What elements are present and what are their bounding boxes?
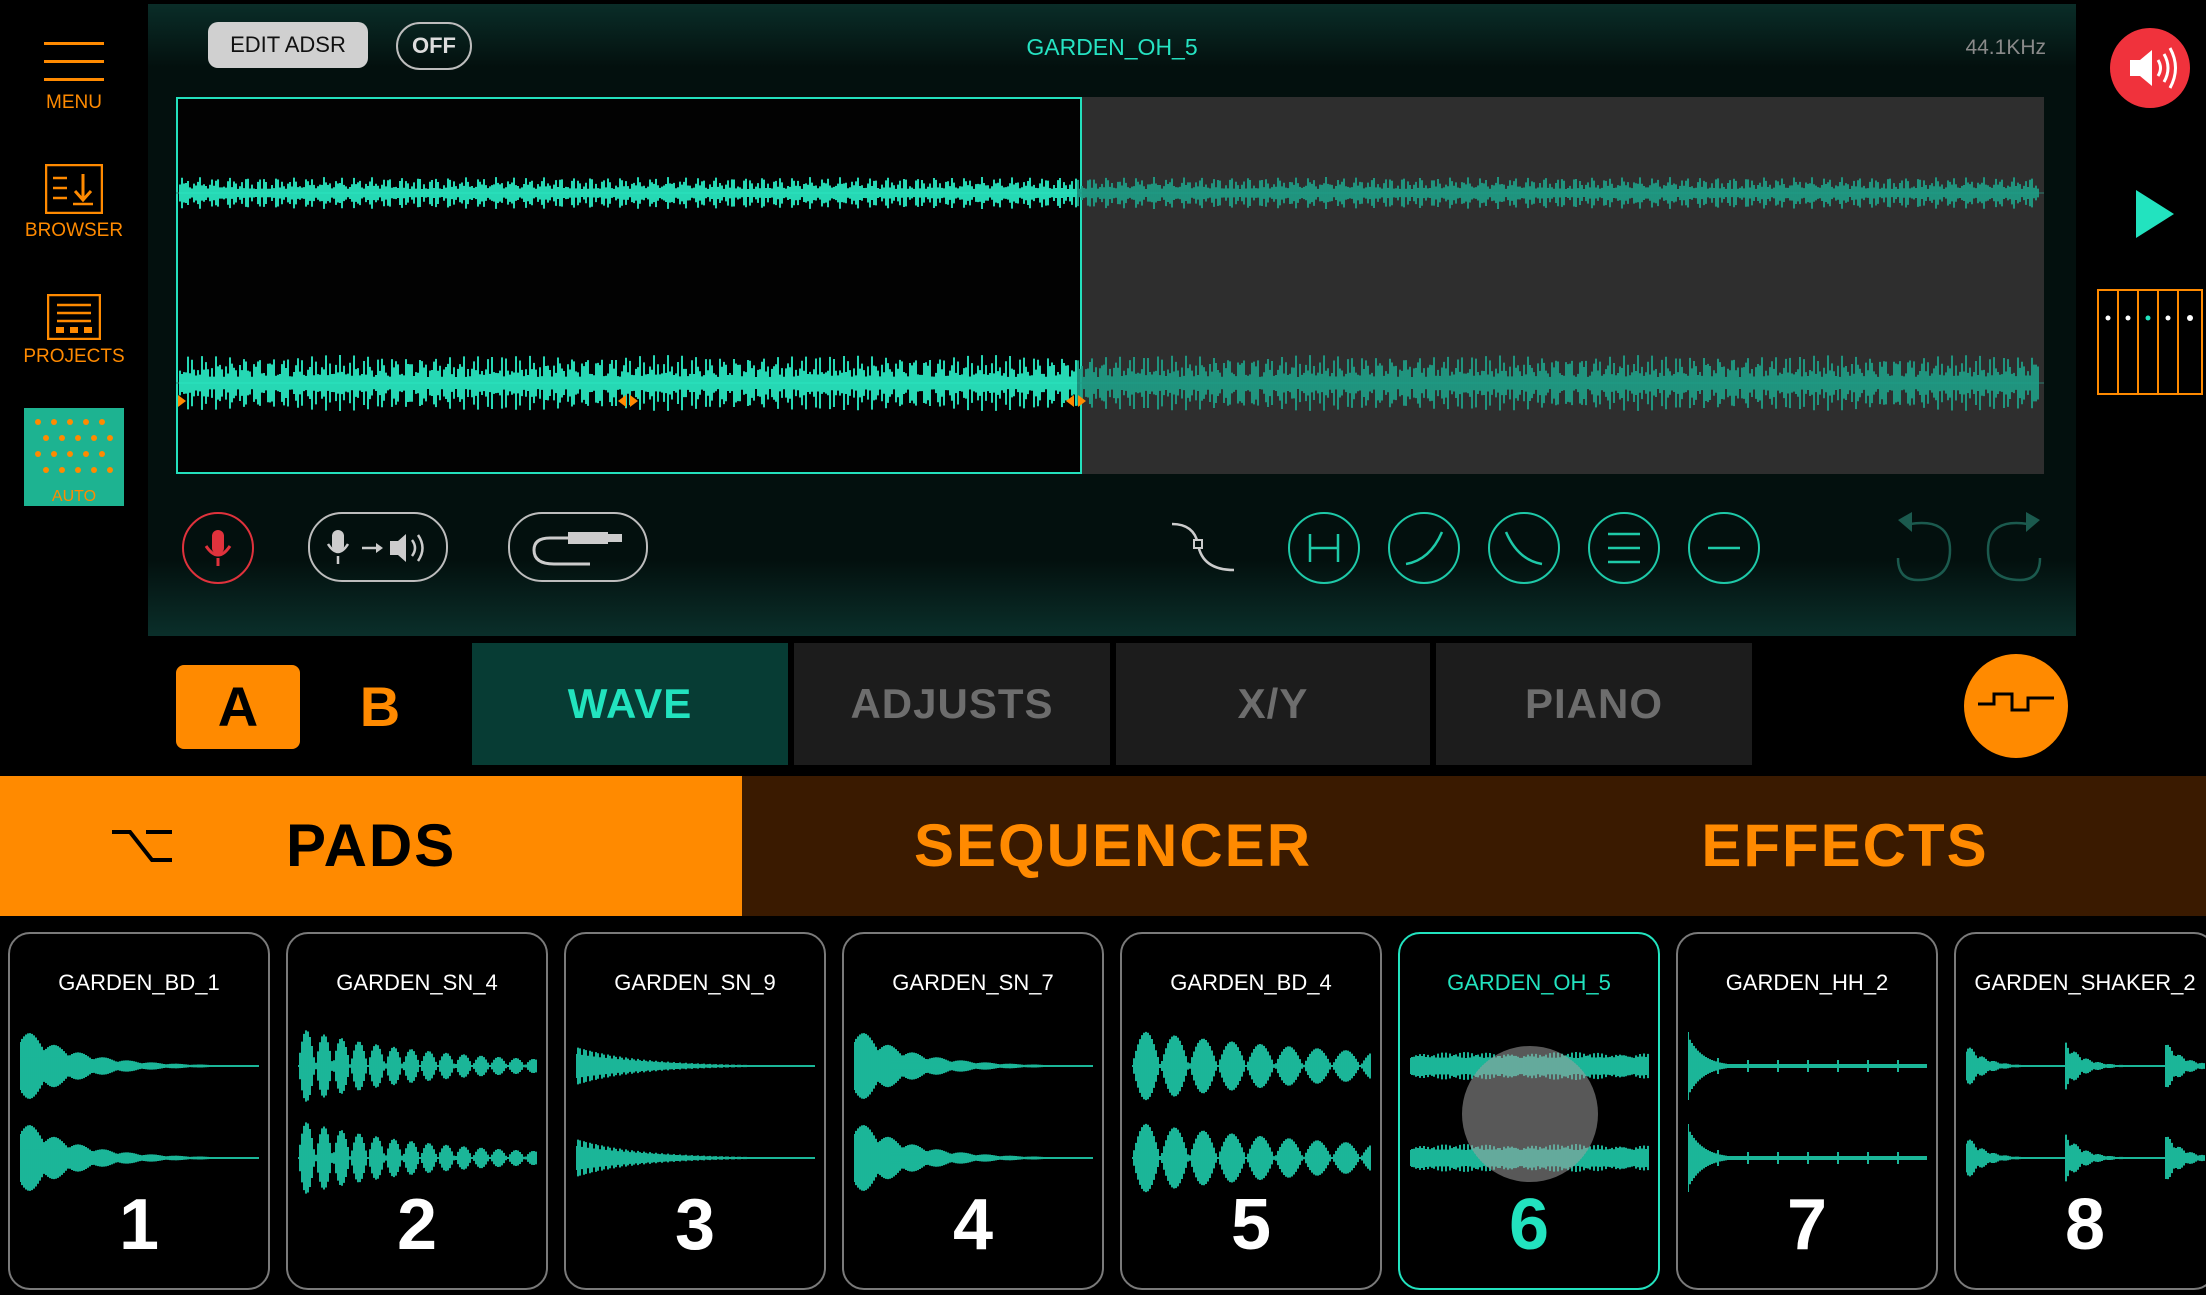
pad-name: GARDEN_SHAKER_2 [1974, 970, 2196, 995]
play-icon [2136, 190, 2174, 238]
normalize-button[interactable] [1288, 512, 1360, 584]
pad-waveform [298, 1030, 537, 1194]
pad-number: 1 [118, 1185, 160, 1265]
section-pads-label: PADS [286, 812, 457, 879]
auto-button[interactable]: AUTO [24, 408, 124, 506]
pad-number: 6 [1508, 1185, 1550, 1265]
end-marker-left-icon[interactable] [1066, 395, 1074, 407]
pad-number: 4 [952, 1185, 994, 1265]
pad-2[interactable]: GARDEN_SN_4 2 [286, 932, 548, 1290]
pad-1[interactable]: GARDEN_BD_1 1 [8, 932, 270, 1290]
pad-number: 8 [2064, 1185, 2106, 1265]
tab-piano[interactable]: PIANO [1436, 643, 1752, 765]
bank-a-button[interactable]: A [176, 665, 300, 749]
redo-button[interactable] [1978, 504, 2050, 584]
fade-in-icon [1405, 531, 1444, 566]
pad-number: 2 [396, 1185, 438, 1265]
undo-button[interactable] [1888, 504, 1960, 584]
curve-button[interactable] [1168, 514, 1238, 582]
bank-b-button[interactable]: B [318, 665, 442, 749]
pad-waveform [854, 1033, 1093, 1191]
monitor-button[interactable] [308, 512, 448, 582]
tab-adjusts[interactable]: ADJUSTS [794, 643, 1110, 765]
projects-icon [47, 294, 101, 340]
loop-marker-left-icon[interactable] [618, 395, 626, 407]
pad-7[interactable]: GARDEN_HH_2 7 [1676, 932, 1938, 1290]
line-in-button[interactable] [508, 512, 648, 582]
menu-button[interactable]: MENU [18, 38, 130, 114]
pad-5[interactable]: GARDEN_BD_4 5 [1120, 932, 1382, 1290]
pad-name: GARDEN_SN_7 [892, 970, 1054, 995]
silence-button[interactable] [1688, 512, 1760, 584]
curve-icon [1171, 522, 1235, 572]
auto-label: AUTO [51, 488, 97, 505]
master-volume-button[interactable] [2110, 28, 2190, 108]
pad-6[interactable]: GARDEN_OH_5 6 [1398, 932, 1660, 1290]
monitor-icon [326, 530, 424, 564]
pad-number: 3 [674, 1185, 716, 1265]
pad-name: GARDEN_SN_4 [336, 970, 498, 995]
touch-indicator [1462, 1046, 1598, 1182]
redo-icon [1986, 512, 2042, 582]
section-pads[interactable]: PADS [0, 776, 742, 916]
pad-3[interactable]: GARDEN_SN_9 3 [564, 932, 826, 1290]
menu-label: MENU [46, 92, 102, 113]
pad-4[interactable]: GARDEN_SN_7 4 [842, 932, 1104, 1290]
pad-name: GARDEN_OH_5 [1447, 970, 1611, 995]
loop-marker-right-icon[interactable] [630, 395, 638, 407]
pad-name: GARDEN_SN_9 [614, 970, 776, 995]
play-button[interactable] [2132, 184, 2180, 244]
undo-icon [1896, 512, 1952, 582]
normalize-icon [1308, 534, 1340, 562]
mic-icon [204, 530, 232, 566]
pad-waveform [1966, 1042, 2205, 1182]
browser-label: BROWSER [24, 220, 124, 241]
tab-xy[interactable]: X/Y [1116, 643, 1430, 765]
fade-out-button[interactable] [1488, 512, 1560, 584]
cable-icon [532, 532, 622, 566]
section-effects[interactable]: EFFECTS [1484, 776, 2206, 916]
record-button[interactable] [182, 512, 254, 584]
quantize-button[interactable] [1964, 654, 2068, 758]
fade-out-icon [1504, 531, 1543, 566]
sample-name: GARDEN_OH_5 [1026, 34, 1198, 60]
sample-rate: 44.1KHz [1965, 36, 2046, 59]
pads-switch-icon [112, 830, 172, 862]
wave-editor-panel: EDIT ADSR OFF GARDEN_OH_5 44.1KHz [148, 4, 2076, 636]
quantize-icon [1978, 692, 2054, 712]
section-sequencer[interactable]: SEQUENCER [742, 776, 1484, 916]
mixer-icon [2097, 289, 2203, 395]
tab-wave[interactable]: WAVE [472, 643, 788, 765]
start-marker-icon[interactable] [178, 395, 186, 407]
mixer-button[interactable] [2096, 288, 2204, 396]
menu-icon [44, 42, 104, 81]
pad-number: 5 [1230, 1185, 1272, 1265]
browser-icon [45, 164, 103, 214]
pad-waveform [576, 1047, 815, 1177]
pad-waveform [1132, 1031, 1371, 1193]
projects-label: PROJECTS [23, 346, 125, 367]
auto-thumbnail-icon [35, 419, 113, 473]
pad-name: GARDEN_BD_1 [58, 970, 220, 995]
speaker-icon [2130, 47, 2177, 89]
waveform-display[interactable] [176, 97, 2044, 474]
trim-icon [1608, 532, 1640, 564]
pad-8[interactable]: GARDEN_SHAKER_2 8 [1954, 932, 2206, 1290]
section-bar: PADS SEQUENCER EFFECTS [0, 776, 2206, 916]
silence-icon [1708, 546, 1740, 550]
projects-button[interactable]: PROJECTS [18, 294, 130, 368]
pad-waveform [20, 1033, 259, 1191]
pad-waveform [1688, 1032, 1927, 1192]
end-marker-right-icon[interactable] [1078, 395, 1086, 407]
pad-name: GARDEN_HH_2 [1725, 970, 1889, 995]
trim-button[interactable] [1588, 512, 1660, 584]
fade-in-button[interactable] [1388, 512, 1460, 584]
pad-name: GARDEN_BD_4 [1170, 970, 1332, 995]
browser-button[interactable]: BROWSER [18, 164, 130, 242]
pad-number: 7 [1786, 1185, 1828, 1265]
